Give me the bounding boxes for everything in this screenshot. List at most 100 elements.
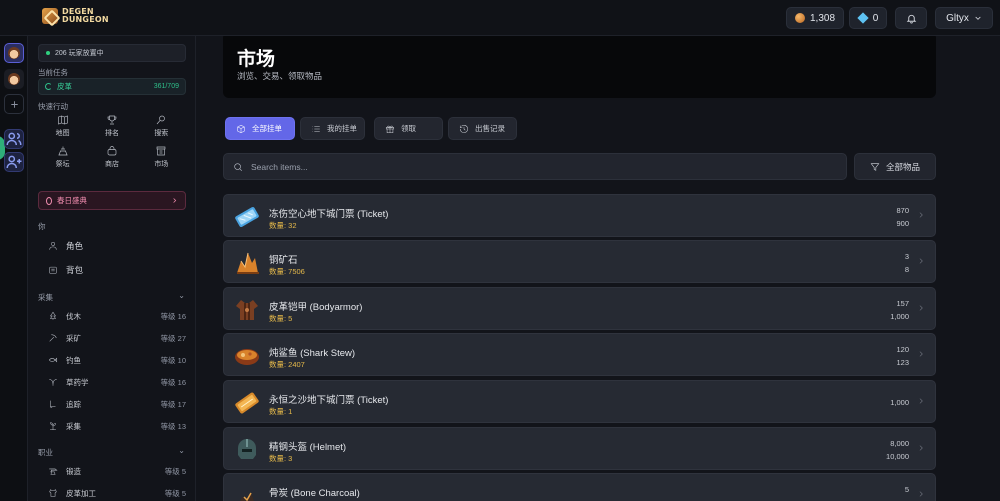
item-price-high: 1,000	[890, 312, 909, 321]
item-price-low: 8,000	[890, 439, 909, 448]
filter-button[interactable]: 全部物品	[854, 153, 936, 180]
current-task[interactable]: 皮革 361/709	[38, 78, 186, 95]
tab-my-listings[interactable]: 我的挂单	[300, 117, 365, 140]
altar-icon	[58, 146, 68, 156]
anvil-icon	[49, 468, 58, 475]
add-friend-button[interactable]	[4, 152, 24, 172]
nav-character[interactable]: 角色	[38, 237, 188, 255]
festival-event[interactable]: 春日盛典	[38, 191, 186, 210]
chevron-right-icon	[917, 397, 925, 405]
search-input[interactable]	[251, 161, 811, 172]
skill-herbalism[interactable]: 草药学 等级 16	[38, 373, 188, 391]
chevron-right-icon	[917, 211, 925, 219]
logo[interactable]: DEGEN DUNGEON	[42, 8, 109, 24]
top-bar: DEGEN DUNGEON 1,308 0 Gltyx	[0, 0, 1000, 36]
pickaxe-icon	[49, 334, 57, 342]
spinner-icon	[45, 83, 52, 90]
friends-button[interactable]	[4, 129, 24, 149]
chevron-right-icon	[917, 350, 925, 358]
user-menu[interactable]: Gltyx	[935, 7, 993, 29]
item-price-high: 900	[896, 219, 909, 228]
chevron-right-icon	[917, 444, 925, 452]
listing-row[interactable]: 铜矿石 数量: 7506 3 8	[223, 240, 936, 283]
tab-claim[interactable]: 领取	[374, 117, 443, 140]
egg-icon	[46, 196, 52, 205]
profession-collapse-icon[interactable]: ⌄	[178, 446, 185, 455]
skill-level: 等级 10	[160, 355, 186, 365]
chevron-right-icon	[917, 490, 925, 498]
skill-tracking[interactable]: 追踪 等级 17	[38, 395, 188, 413]
avatar-icon	[8, 73, 20, 85]
gathering-collapse-icon[interactable]: ⌄	[178, 291, 185, 300]
item-price-low: 3	[904, 252, 909, 261]
skill-level: 等级 13	[160, 421, 186, 431]
list-icon	[312, 125, 320, 132]
quick-label: 市场	[154, 161, 169, 168]
tab-label: 领取	[401, 124, 416, 133]
task-name: 皮革	[57, 82, 72, 91]
item-price: 1,000	[890, 398, 909, 407]
skill-woodcutting[interactable]: 伐木 等级 16	[38, 307, 188, 325]
skill-foraging[interactable]: 采集 等级 13	[38, 417, 188, 435]
users-icon	[6, 132, 22, 146]
tab-label: 全部挂单	[252, 124, 282, 133]
listing-row[interactable]: 冻伤空心地下城门票 (Ticket) 数量: 32 870 900	[223, 194, 936, 237]
page-title: 市场	[237, 49, 276, 70]
logo-text: DEGEN DUNGEON	[62, 8, 109, 24]
listing-row[interactable]: 精钢头盔 (Helmet) 数量: 3 8,000 10,000	[223, 427, 936, 470]
quick-ranking[interactable]: 排名	[87, 114, 136, 138]
quick-label: 祭坛	[55, 161, 70, 168]
skill-smithing[interactable]: 锻造 等级 5	[38, 462, 188, 480]
bag-icon	[49, 266, 57, 274]
listing-row[interactable]: 炖鲨鱼 (Shark Stew) 数量: 2407 120 123	[223, 333, 936, 376]
quick-altar[interactable]: 祭坛	[38, 145, 87, 169]
quick-search[interactable]: 搜索	[137, 114, 186, 138]
item-name: 永恒之沙地下城门票 (Ticket)	[269, 395, 389, 406]
nav-bag[interactable]: 背包	[38, 261, 188, 279]
tab-sales-history[interactable]: 出售记录	[448, 117, 517, 140]
filter-label: 全部物品	[885, 161, 920, 172]
trophy-icon	[107, 115, 117, 125]
notifications-button[interactable]	[895, 7, 927, 29]
listing-row[interactable]: 皮革铠甲 (Bodyarmor) 数量: 5 157 1,000	[223, 287, 936, 330]
gem-balance[interactable]: 0	[849, 7, 887, 29]
quick-market[interactable]: 市场	[137, 145, 186, 169]
steel-helmet-icon	[238, 439, 256, 459]
leather-armor-icon	[236, 300, 258, 320]
item-quantity: 数量: 1	[269, 407, 293, 416]
tab-all-listings[interactable]: 全部挂单	[225, 117, 295, 140]
sprout-icon	[50, 422, 56, 431]
main-content: 市场 浏览、交易、领取物品 全部挂单 我的挂单 领取 出售记录 全部物品 冻伤空…	[196, 36, 1000, 501]
box-icon	[237, 124, 245, 133]
skill-label: 采集	[66, 421, 81, 431]
chevron-right-icon	[173, 198, 177, 203]
page-subtitle: 浏览、交易、领取物品	[237, 71, 323, 81]
item-price-high: 8	[904, 265, 909, 274]
task-progress: 361/709	[153, 83, 179, 90]
listing-row[interactable]: 骨炭 (Bone Charcoal) 5	[223, 473, 936, 501]
coin-balance[interactable]: 1,308	[786, 7, 844, 29]
skill-fishing[interactable]: 钓鱼 等级 10	[38, 351, 188, 369]
search-bar[interactable]	[223, 153, 847, 180]
item-name: 冻伤空心地下城门票 (Ticket)	[269, 209, 389, 220]
add-character-button[interactable]	[4, 94, 24, 114]
nav-character-label: 角色	[66, 241, 84, 251]
online-count: 206 玩家放置中	[55, 50, 104, 57]
skill-mining[interactable]: 采矿 等级 27	[38, 329, 188, 347]
item-quantity: 数量: 7506	[269, 267, 305, 276]
quick-map[interactable]: 地图	[38, 114, 87, 138]
skill-label: 伐木	[66, 311, 81, 321]
skill-level: 等级 5	[164, 488, 186, 498]
nav-bag-label: 背包	[66, 265, 84, 275]
tree-icon	[49, 311, 57, 320]
listing-row[interactable]: 永恒之沙地下城门票 (Ticket) 数量: 1 1,000	[223, 380, 936, 423]
quick-shop[interactable]: 商店	[87, 145, 136, 169]
gift-icon	[385, 125, 395, 133]
character-avatar-2[interactable]	[4, 69, 24, 89]
character-avatar-1[interactable]	[4, 43, 24, 63]
skill-label: 皮革加工	[66, 488, 96, 498]
skill-leatherworking[interactable]: 皮革加工 等级 5	[38, 484, 188, 501]
tab-label: 出售记录	[475, 124, 505, 133]
avatar-icon	[8, 47, 20, 59]
filter-icon	[870, 162, 880, 171]
